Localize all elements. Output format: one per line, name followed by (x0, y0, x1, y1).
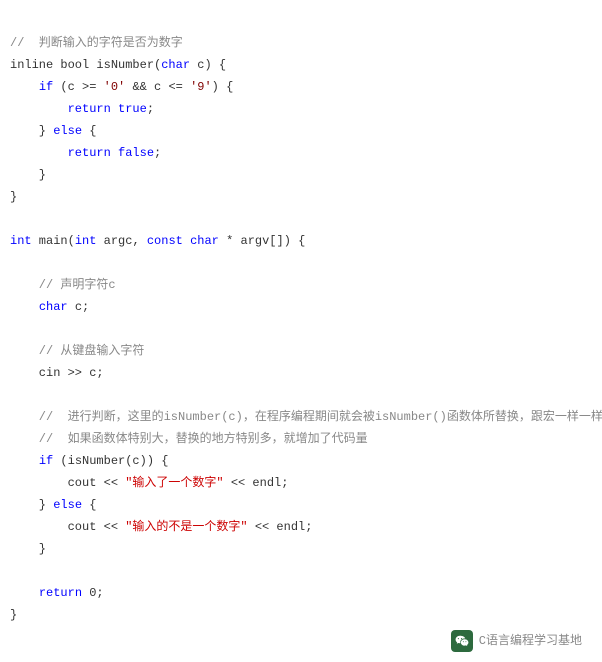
comment-line: // 声明字符c (10, 278, 116, 292)
code-line: } else { (10, 124, 96, 138)
code-line: int main(int argc, const char * argv[]) … (10, 234, 305, 248)
comment-line: // 从键盘输入字符 (10, 344, 144, 358)
code-line: } else { (10, 498, 96, 512)
wechat-icon (451, 630, 473, 652)
footer-label: C语言编程学习基地 (479, 630, 582, 652)
code-line: } (10, 190, 17, 204)
code-line: return false; (10, 146, 161, 160)
code-line: } (10, 542, 46, 556)
code-line: char c; (10, 300, 89, 314)
code-line: return true; (10, 102, 154, 116)
code-line: if (c >= '0' && c <= '9') { (10, 80, 233, 94)
code-block: // 判断输入的字符是否为数字 inline bool isNumber(cha… (10, 10, 592, 626)
code-line: cout << "输入了一个数字" << endl; (10, 476, 288, 490)
code-line: cin >> c; (10, 366, 104, 380)
code-line: } (10, 168, 46, 182)
comment-line: // 进行判断，这里的isNumber(c)，在程序编程期间就会被isNumbe… (10, 410, 602, 424)
code-line: return 0; (10, 586, 104, 600)
comment-line: // 如果函数体特别大，替换的地方特别多，就增加了代码量 (10, 432, 368, 446)
code-line: if (isNumber(c)) { (10, 454, 168, 468)
footer: C语言编程学习基地 (10, 630, 592, 652)
code-line: cout << "输入的不是一个数字" << endl; (10, 520, 312, 534)
code-line: } (10, 608, 17, 622)
code-line: inline bool isNumber(char c) { (10, 58, 226, 72)
comment-line: // 判断输入的字符是否为数字 (10, 36, 183, 50)
